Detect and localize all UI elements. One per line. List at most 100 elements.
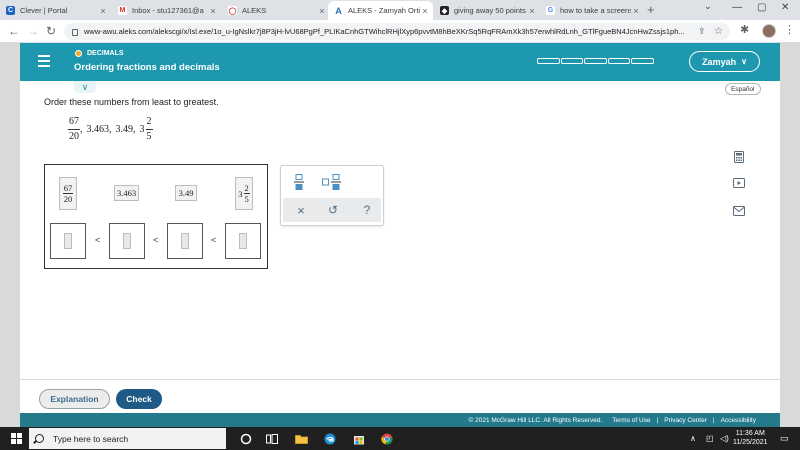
back-icon[interactable]: ← (8, 24, 20, 38)
mixed-whole: 3 (139, 124, 145, 135)
tab-aleks-active[interactable]: A ALEKS - Zamyah Orti × (328, 1, 433, 20)
chevron-down-icon: ∨ (741, 57, 747, 66)
given-decimal: 3.463, (86, 124, 112, 135)
fraction-denominator: 20 (63, 194, 73, 204)
address-bar[interactable]: www-awu.aleks.com/alekscgi/x/Isl.exe/1o_… (64, 23, 730, 40)
fraction-numerator: 67 (68, 117, 80, 130)
cortana-icon[interactable] (239, 432, 253, 446)
aleks-ring-icon: ◯ (228, 6, 237, 15)
footer-separator: | (656, 416, 659, 424)
help-icon[interactable]: ? (358, 201, 376, 219)
answer-slot[interactable] (50, 223, 86, 259)
fraction-numerator: 2 (243, 182, 250, 194)
fraction-denominator: 20 (69, 131, 79, 142)
answer-area: 67 20 3.463 3.49 3 2 5 < < < (44, 164, 268, 269)
chrome-icon[interactable] (380, 432, 394, 446)
footer-link-privacy[interactable]: Privacy Center (664, 417, 707, 424)
aleks-header: DECIMALS Ordering fractions and decimals… (20, 43, 780, 81)
check-button[interactable]: Check (116, 389, 162, 409)
section-text: DECIMALS (87, 50, 124, 57)
answer-slot[interactable] (167, 223, 203, 259)
taskbar-clock[interactable]: 11:36 AM 11/25/2021 (733, 429, 768, 447)
tab-google[interactable]: G how to take a screens × (540, 1, 644, 20)
video-icon[interactable] (733, 177, 745, 189)
file-explorer-icon[interactable] (294, 432, 308, 446)
clock-date: 11/25/2021 (733, 439, 768, 446)
fraction-denominator: 5 (146, 131, 152, 142)
calculator-icon[interactable] (733, 151, 745, 163)
empty-slot-placeholder (239, 233, 247, 249)
main-content: Español Order these numbers from least t… (20, 81, 780, 379)
fraction-tool-icon[interactable] (292, 173, 306, 191)
google-icon: G (546, 6, 555, 15)
network-icon[interactable]: ◰ (706, 434, 714, 443)
hamburger-menu-icon[interactable] (38, 55, 50, 67)
share-icon[interactable]: ⇪ (698, 26, 714, 37)
close-icon[interactable]: × (317, 6, 327, 16)
microsoft-store-icon[interactable] (352, 432, 366, 446)
given-mixed-number: 3 2 5 (140, 117, 153, 142)
draggable-tile[interactable]: 67 20 (59, 177, 77, 210)
tab-search-icon[interactable]: ⌄ (704, 1, 712, 12)
taskbar-search-box[interactable]: Type here to search (29, 428, 226, 449)
user-menu-button[interactable]: Zamyah ∨ (689, 51, 760, 72)
tab-label: how to take a screens (560, 6, 631, 15)
new-tab-icon[interactable]: + (647, 2, 655, 17)
forward-icon[interactable]: → (27, 24, 39, 38)
close-icon[interactable]: × (420, 6, 430, 16)
tab-gmail[interactable]: M Inbox - stu127361@a × (112, 1, 221, 20)
close-icon[interactable]: × (631, 6, 641, 16)
close-icon[interactable]: × (208, 6, 218, 16)
reload-icon[interactable]: ↻ (46, 24, 56, 38)
close-icon[interactable]: × (98, 6, 108, 16)
maximize-icon[interactable]: ▢ (757, 2, 766, 13)
profile-avatar[interactable] (762, 24, 776, 38)
notifications-icon[interactable]: ▭ (780, 433, 789, 444)
given-decimal: 3.49, (115, 124, 136, 135)
message-icon[interactable] (733, 205, 745, 217)
edge-icon[interactable] (323, 432, 337, 446)
math-tool-palette: × ↺ ? (280, 165, 384, 226)
draggable-tile[interactable]: 3.463 (114, 185, 139, 201)
footer-link-terms[interactable]: Terms of Use (612, 417, 650, 424)
fraction-numerator: 67 (62, 182, 74, 194)
close-icon[interactable]: × (527, 6, 537, 16)
tab-label: Inbox - stu127361@a (132, 6, 204, 15)
user-name: Zamyah (702, 56, 737, 67)
espanol-button[interactable]: Español (725, 83, 761, 95)
question-text: Order these numbers from least to greate… (44, 97, 219, 107)
minimize-icon[interactable]: — (732, 2, 742, 13)
tab-brainly[interactable]: ◆ giving away 50 points × (434, 1, 540, 20)
bookmark-star-icon[interactable]: ☆ (714, 26, 730, 37)
tab-label: giving away 50 points (454, 6, 526, 15)
tab-aleks[interactable]: ◯ ALEKS × (222, 1, 330, 20)
less-than-sign: < (211, 235, 217, 245)
footer-link-accessibility[interactable]: Accessibility (721, 417, 756, 424)
collapse-chevron-icon[interactable]: ∨ (74, 81, 96, 93)
bottom-action-bar: Explanation Check (20, 379, 780, 413)
clear-icon[interactable]: × (292, 201, 310, 219)
progress-dot-icon (75, 50, 82, 57)
search-icon (35, 434, 44, 443)
windows-start-icon[interactable] (11, 433, 22, 444)
draggable-tile[interactable]: 3.49 (175, 185, 197, 201)
show-hidden-icons-icon[interactable]: ∧ (690, 434, 696, 443)
given-fraction: 67 20 (68, 117, 80, 142)
draggable-tile[interactable]: 3 2 5 (235, 177, 253, 210)
empty-slot-placeholder (181, 233, 189, 249)
browser-menu-icon[interactable]: ⋮ (784, 23, 795, 36)
answer-slot[interactable] (109, 223, 145, 259)
explanation-button[interactable]: Explanation (39, 389, 110, 409)
mixed-number-tool-icon[interactable] (321, 173, 343, 191)
undo-icon[interactable]: ↺ (324, 201, 342, 219)
section-label: DECIMALS (75, 50, 124, 57)
task-view-icon[interactable] (265, 432, 279, 446)
tile-fraction: 2 5 (243, 182, 250, 204)
tab-clever[interactable]: C Clever | Portal × (0, 1, 111, 20)
answer-slot[interactable] (225, 223, 261, 259)
window-close-icon[interactable]: ✕ (781, 2, 789, 13)
volume-icon[interactable]: ◁) (720, 434, 729, 443)
progress-segment (607, 58, 631, 64)
extensions-icon[interactable]: ✱ (740, 23, 749, 36)
fraction-denominator: 5 (244, 194, 249, 204)
